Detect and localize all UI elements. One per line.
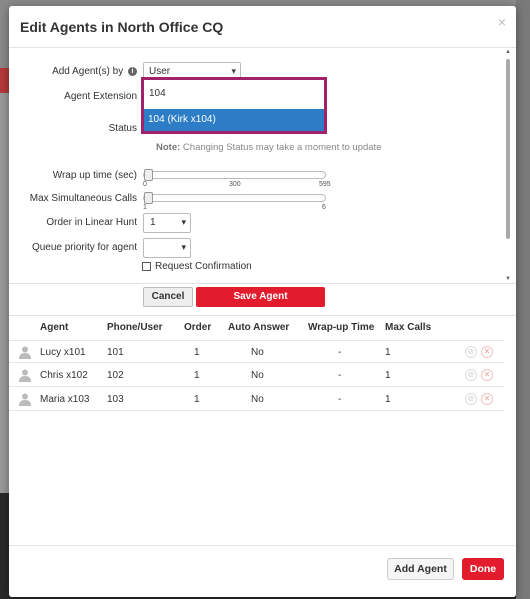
max-calls-tick-min: 1 — [143, 204, 147, 211]
status-label: Status — [108, 123, 137, 134]
agent-extension-combobox[interactable]: 104 104 (Kirk x104) — [141, 77, 327, 134]
edit-agents-modal: Edit Agents in North Office CQ × Add Age… — [9, 6, 516, 597]
table-row: Maria x103 103 1 No - 1 ⊘ ✕ — [9, 388, 504, 411]
edit-icon[interactable]: ⊘ — [465, 369, 477, 381]
add-by-label: Add Agent(s) by i — [52, 66, 137, 77]
max-calls-slider[interactable] — [143, 192, 326, 204]
agent-auto-answer: No — [251, 370, 264, 381]
agent-order: 1 — [194, 370, 200, 381]
cancel-button[interactable]: Cancel — [143, 287, 193, 307]
add-agent-button[interactable]: Add Agent — [387, 558, 454, 580]
delete-icon[interactable]: ✕ — [481, 393, 493, 405]
max-calls-tick-max: 6 — [322, 204, 326, 211]
max-calls-label: Max Simultaneous Calls — [29, 193, 137, 204]
agent-wrap-up: - — [338, 394, 342, 405]
queue-priority-label: Queue priority for agent — [31, 242, 137, 253]
save-agent-button[interactable]: Save Agent — [196, 287, 325, 307]
wrap-up-label: Wrap up time (sec) — [52, 170, 137, 181]
user-icon — [19, 393, 31, 406]
delete-icon[interactable]: ✕ — [481, 346, 493, 358]
agent-name: Lucy x101 — [40, 347, 86, 358]
info-icon[interactable]: i — [128, 66, 137, 76]
column-header-agent: Agent — [40, 322, 69, 333]
agent-phone: 101 — [107, 347, 124, 358]
user-icon — [19, 369, 31, 382]
order-select[interactable]: 1 ▾ — [143, 213, 191, 233]
agent-extension-input[interactable]: 104 — [144, 80, 324, 108]
agent-extension-label: Agent Extension — [64, 91, 137, 102]
wrap-up-tick-mid: 300 — [229, 181, 241, 188]
max-calls-slider-handle[interactable] — [144, 192, 153, 204]
edit-icon[interactable]: ⊘ — [465, 393, 477, 405]
scroll-down-icon[interactable]: ▼ — [504, 276, 512, 282]
table-row: Chris x102 102 1 No - 1 ⊘ ✕ — [9, 364, 504, 387]
divider — [9, 283, 516, 284]
agent-phone: 103 — [107, 394, 124, 405]
request-confirmation-row[interactable]: Request Confirmation — [142, 261, 252, 272]
modal-title: Edit Agents in North Office CQ — [20, 19, 224, 35]
done-button[interactable]: Done — [462, 558, 504, 580]
wrap-up-tick-max: 595 — [319, 181, 331, 188]
request-confirmation-checkbox[interactable] — [142, 261, 151, 271]
column-header-wrap-up: Wrap-up Time — [308, 322, 375, 333]
wrap-up-slider-handle[interactable] — [144, 169, 153, 181]
column-header-phone: Phone/User — [107, 322, 163, 333]
wrap-up-tick-min: 0 — [143, 181, 147, 188]
delete-icon[interactable]: ✕ — [481, 369, 493, 381]
status-note: Note: Changing Status may take a moment … — [156, 142, 382, 153]
agent-max-calls: 1 — [385, 394, 391, 405]
agent-name: Chris x102 — [40, 370, 88, 381]
modal-footer: Add Agent Done — [9, 545, 516, 597]
agent-auto-answer: No — [251, 394, 264, 405]
close-icon[interactable]: × — [498, 14, 506, 30]
request-confirmation-label: Request Confirmation — [155, 261, 252, 272]
modal-header: Edit Agents in North Office CQ × — [9, 6, 516, 48]
agent-extension-option[interactable]: 104 (Kirk x104) — [144, 109, 324, 131]
chevron-down-icon: ▾ — [181, 217, 186, 227]
column-header-auto-answer: Auto Answer — [228, 322, 290, 333]
user-icon — [19, 346, 31, 359]
order-label: Order in Linear Hunt — [46, 217, 137, 228]
agent-wrap-up: - — [338, 347, 342, 358]
scroll-thumb[interactable] — [506, 59, 510, 239]
scroll-up-icon[interactable]: ▲ — [504, 49, 512, 55]
agent-max-calls: 1 — [385, 370, 391, 381]
column-header-max-calls: Max Calls — [385, 322, 432, 333]
agent-max-calls: 1 — [385, 347, 391, 358]
form-scrollbar[interactable]: ▲ ▼ — [504, 49, 512, 282]
agent-wrap-up: - — [338, 370, 342, 381]
agent-name: Maria x103 — [40, 394, 90, 405]
table-row: Lucy x101 101 1 No - 1 ⊘ ✕ — [9, 340, 504, 363]
queue-priority-select[interactable]: ▾ — [143, 238, 191, 258]
background-right-strip — [516, 0, 530, 599]
divider — [9, 315, 516, 316]
chevron-down-icon: ▾ — [181, 242, 186, 252]
agent-order: 1 — [194, 347, 200, 358]
column-header-order: Order — [184, 322, 212, 333]
wrap-up-slider[interactable] — [143, 169, 326, 181]
agent-phone: 102 — [107, 370, 124, 381]
chevron-down-icon: ▾ — [231, 66, 236, 76]
agent-order: 1 — [194, 394, 200, 405]
agent-auto-answer: No — [251, 347, 264, 358]
edit-icon[interactable]: ⊘ — [465, 346, 477, 358]
